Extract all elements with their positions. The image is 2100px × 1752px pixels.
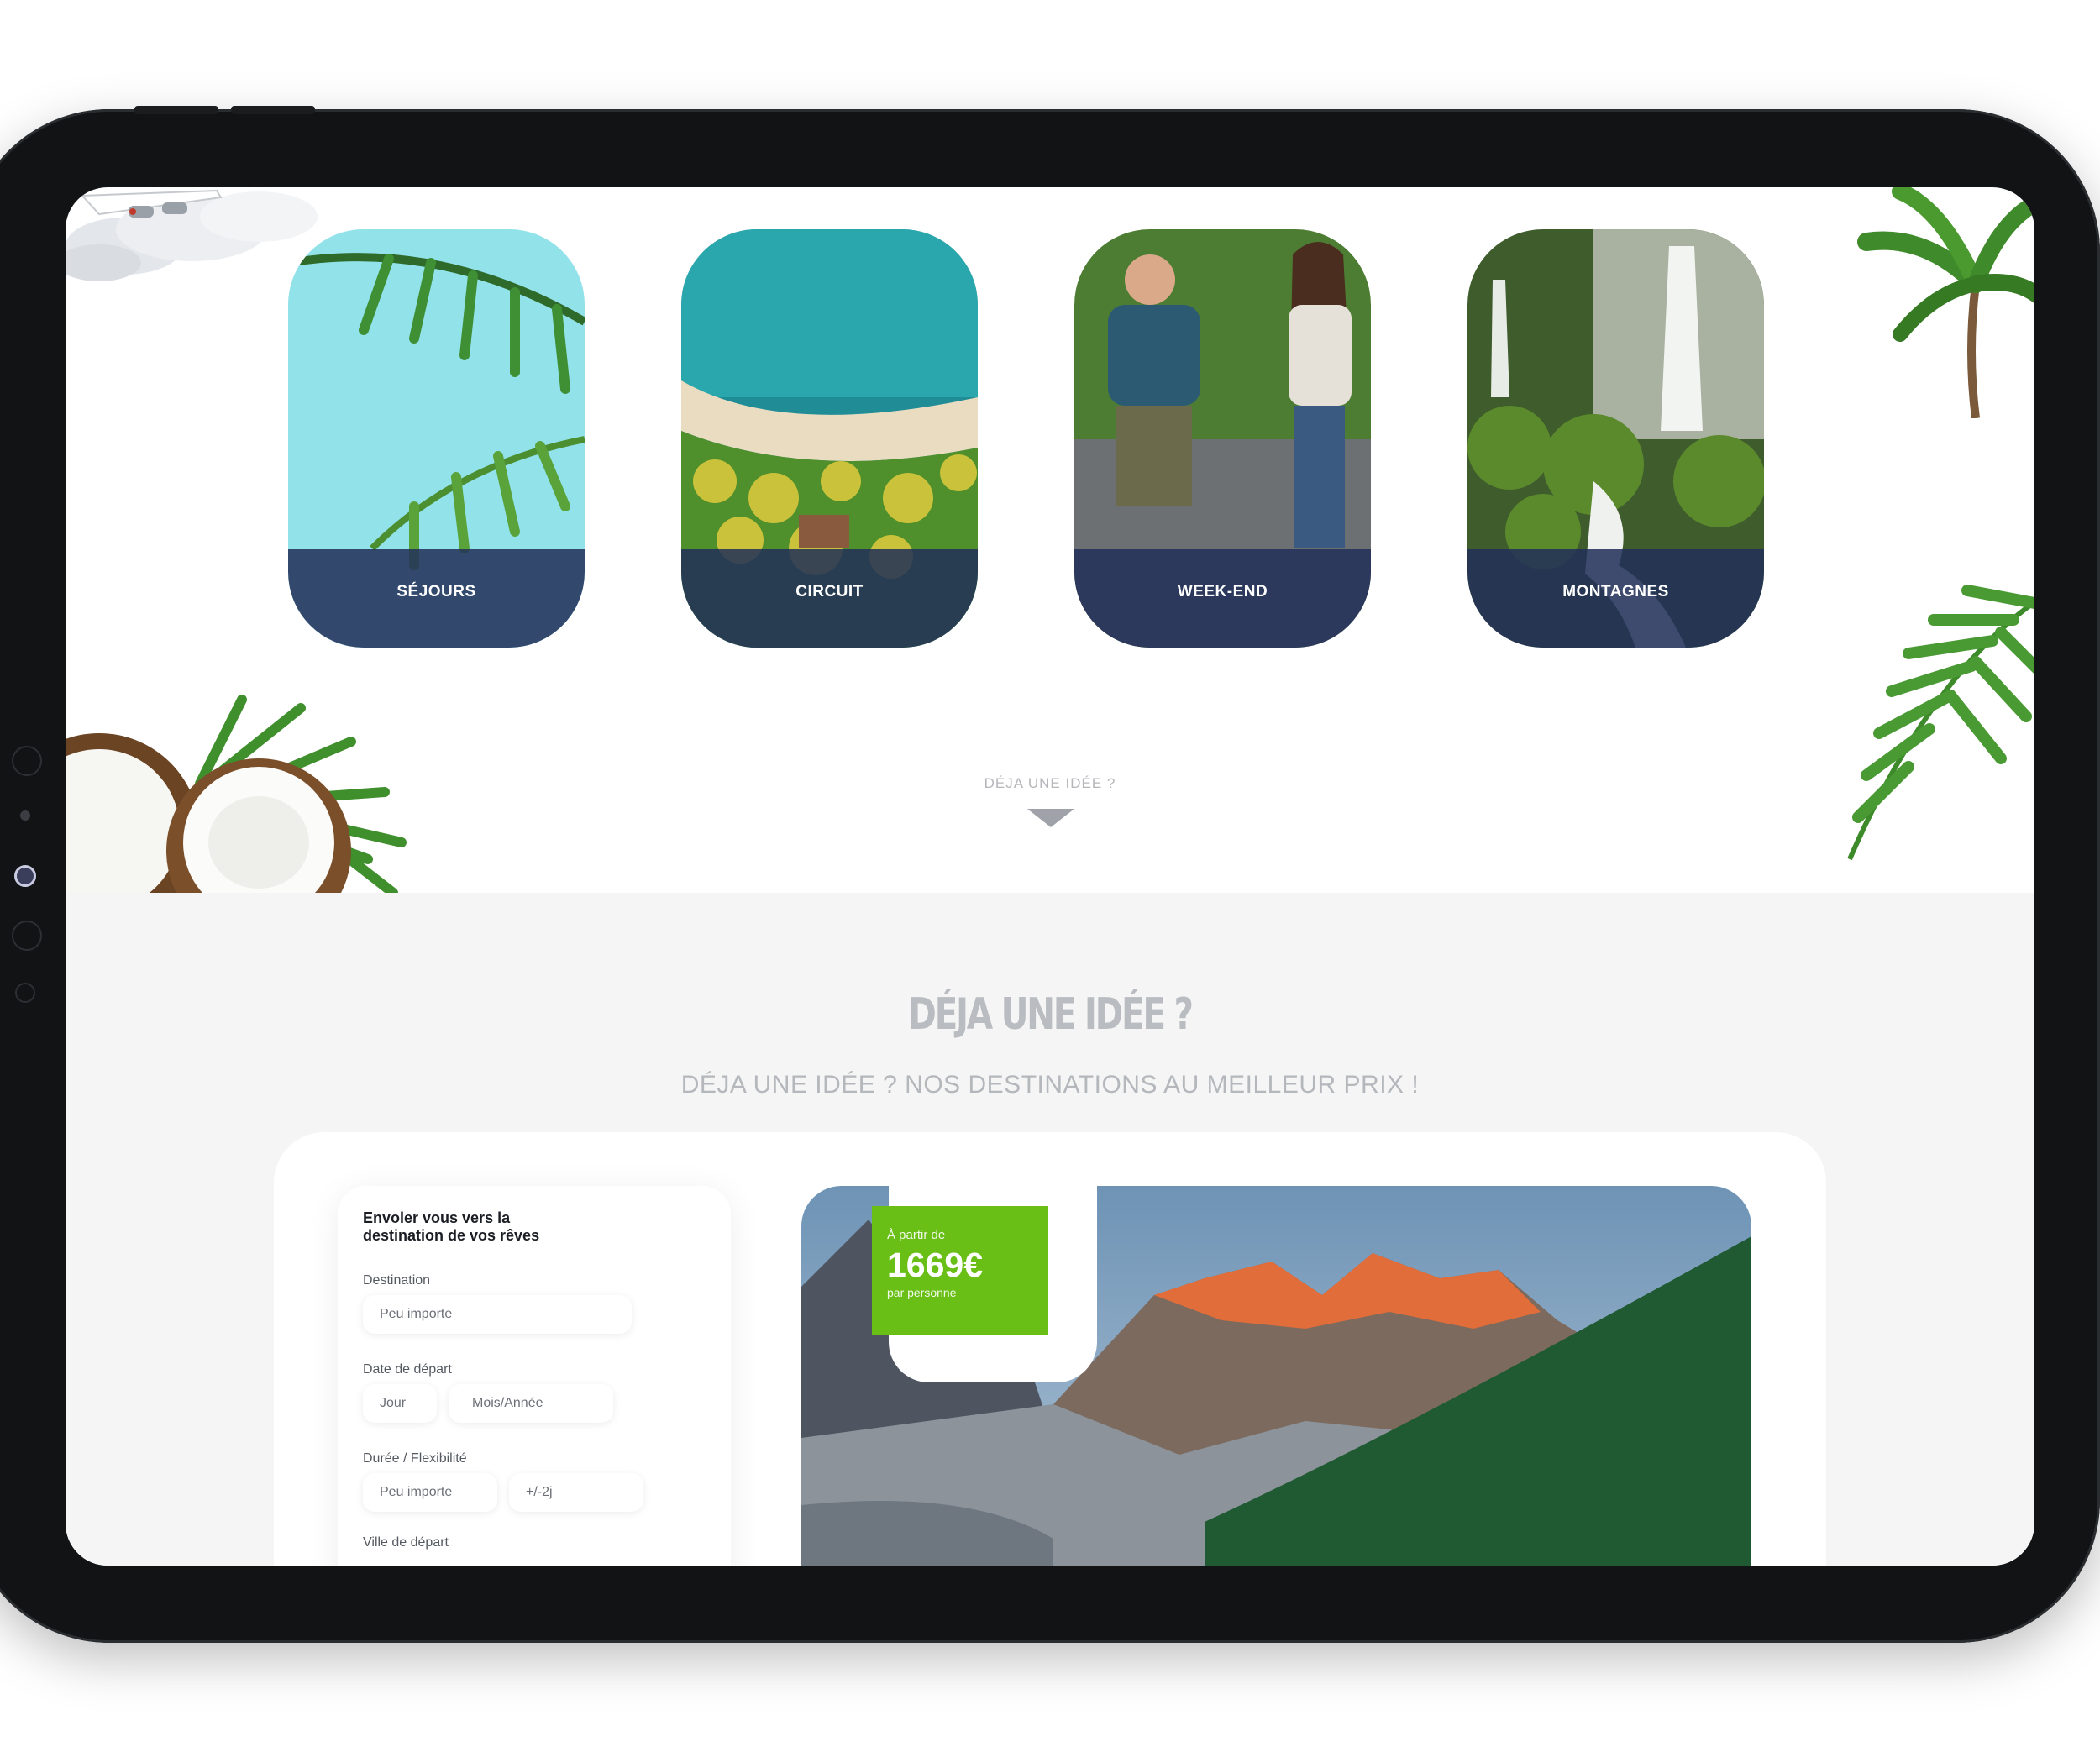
- date-label: Date de départ: [363, 1362, 452, 1377]
- section-subtitle: DÉJA UNE IDÉE ? NOS DESTINATIONS AU MEIL…: [680, 1071, 1420, 1099]
- search-form: Envoler vous vers la destination de vos …: [338, 1186, 731, 1566]
- departure-city-label: Ville de départ: [363, 1535, 449, 1550]
- duration-label: Durée / Flexibilité: [363, 1451, 467, 1466]
- scroll-down-arrow-icon[interactable]: [1027, 809, 1074, 827]
- category-card-sejours[interactable]: SÉJOURS: [288, 229, 585, 648]
- section-title: DÉJA UNE IDÉE ?: [908, 989, 1194, 1040]
- category-card-weekend[interactable]: WEEK-END: [1074, 229, 1371, 648]
- price-value: 1669€: [887, 1246, 984, 1284]
- category-label: MONTAGNES: [1467, 549, 1764, 648]
- category-label: SÉJOURS: [288, 549, 585, 648]
- tablet-top-button: [231, 106, 315, 114]
- category-label: WEEK-END: [1074, 549, 1371, 648]
- duration-field[interactable]: Peu importe: [363, 1473, 497, 1512]
- day-field[interactable]: Jour: [363, 1384, 437, 1423]
- tablet-side-dot: [20, 810, 30, 821]
- destination-label: Destination: [363, 1273, 431, 1288]
- tablet-side-sensor: [12, 746, 42, 776]
- search-form-title: Envoler vous vers la destination de vos …: [363, 1209, 540, 1244]
- category-card-circuit[interactable]: CIRCUIT: [681, 229, 978, 648]
- palm-tree-decoration: [1857, 187, 2034, 418]
- screen: SÉJOURS CIRCUIT WEEK-END MONTAGNES DÉJA …: [66, 187, 2034, 1566]
- tablet-camera: [14, 865, 36, 887]
- destination-offer-card[interactable]: À partir de 1669€ par personne: [801, 1186, 1751, 1566]
- deals-panel: Envoler vous vers la destination de vos …: [274, 1132, 1826, 1566]
- category-label: CIRCUIT: [681, 549, 978, 648]
- price-per-label: par personne: [887, 1286, 957, 1299]
- flexibility-field[interactable]: +/-2j: [509, 1473, 643, 1512]
- palm-leaf-decoration: [1847, 585, 2034, 861]
- category-card-montagnes[interactable]: MONTAGNES: [1467, 229, 1764, 648]
- deals-section: DÉJA UNE IDÉE ? DÉJA UNE IDÉE ? NOS DEST…: [66, 893, 2034, 1566]
- tablet-side-sensor: [15, 983, 35, 1003]
- scroll-hint-text: DÉJA UNE IDÉE ?: [984, 775, 1116, 791]
- tablet-side-sensor: [12, 921, 42, 951]
- price-from-label: À partir de: [887, 1228, 946, 1242]
- tablet-top-button: [134, 106, 218, 114]
- category-cards: SÉJOURS CIRCUIT WEEK-END MONTAGNES: [288, 229, 1842, 649]
- month-year-field[interactable]: Mois/Année: [449, 1384, 613, 1423]
- airplane-cloud-decoration: [66, 189, 318, 281]
- price-badge: À partir de 1669€ par personne: [872, 1206, 1048, 1335]
- destination-field[interactable]: Peu importe: [363, 1295, 632, 1334]
